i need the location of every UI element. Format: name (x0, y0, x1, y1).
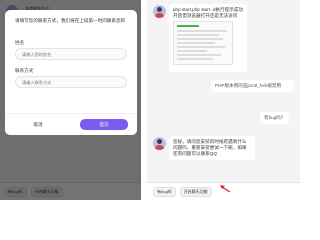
left-chat-panel: ...查看联系方式 ...提交后客服会尽快... 有bug吗 开启聊天功能 请填… (0, 0, 141, 200)
contact-input[interactable] (15, 76, 127, 88)
dialog-actions: 取消 提交 (5, 113, 137, 135)
screenshot-thumbnail[interactable] (173, 21, 233, 65)
thumbnail-highlight (177, 25, 199, 27)
dialog-intro-text: 请填写您的联系方式，我们将在上班第一时间联系您的 (15, 18, 126, 23)
message-text: php start.php start -d执行提示成功开启但浏览器打开还是无法… (173, 7, 243, 18)
chat-bubble-user: 有bug吗？ (260, 112, 290, 124)
name-input[interactable] (15, 48, 127, 60)
agent-avatar (153, 5, 166, 18)
quick-reply-chip[interactable]: 有bug吗 (153, 186, 176, 197)
quick-reply-chip[interactable]: 开启聊天功能 (179, 186, 212, 197)
chat-bubble-bot: 您好，请问您安装的时候有遇到什么问题吗，重新安装尝试一下呢，如果还有问题可以联系… (169, 136, 255, 160)
chat-bubble-user: PHP版本用的是pcntl_fork被禁用 (211, 80, 294, 92)
red-arrow-annotation (220, 185, 231, 193)
submit-button[interactable]: 提交 (80, 119, 128, 130)
agent-avatar (153, 137, 166, 150)
right-chat-panel: php start.php start -d执行提示成功开启但浏览器打开还是无法… (147, 0, 300, 200)
cancel-button[interactable]: 取消 (14, 119, 62, 130)
chat-bubble-bot: php start.php start -d执行提示成功开启但浏览器打开还是无法… (169, 4, 247, 72)
contact-label: 联系方式 (15, 68, 34, 73)
name-label: 姓名 (15, 40, 25, 45)
contact-form-dialog: 请填写您的联系方式，我们将在上班第一时间联系您的 姓名 联系方式 取消 提交 (5, 10, 137, 135)
